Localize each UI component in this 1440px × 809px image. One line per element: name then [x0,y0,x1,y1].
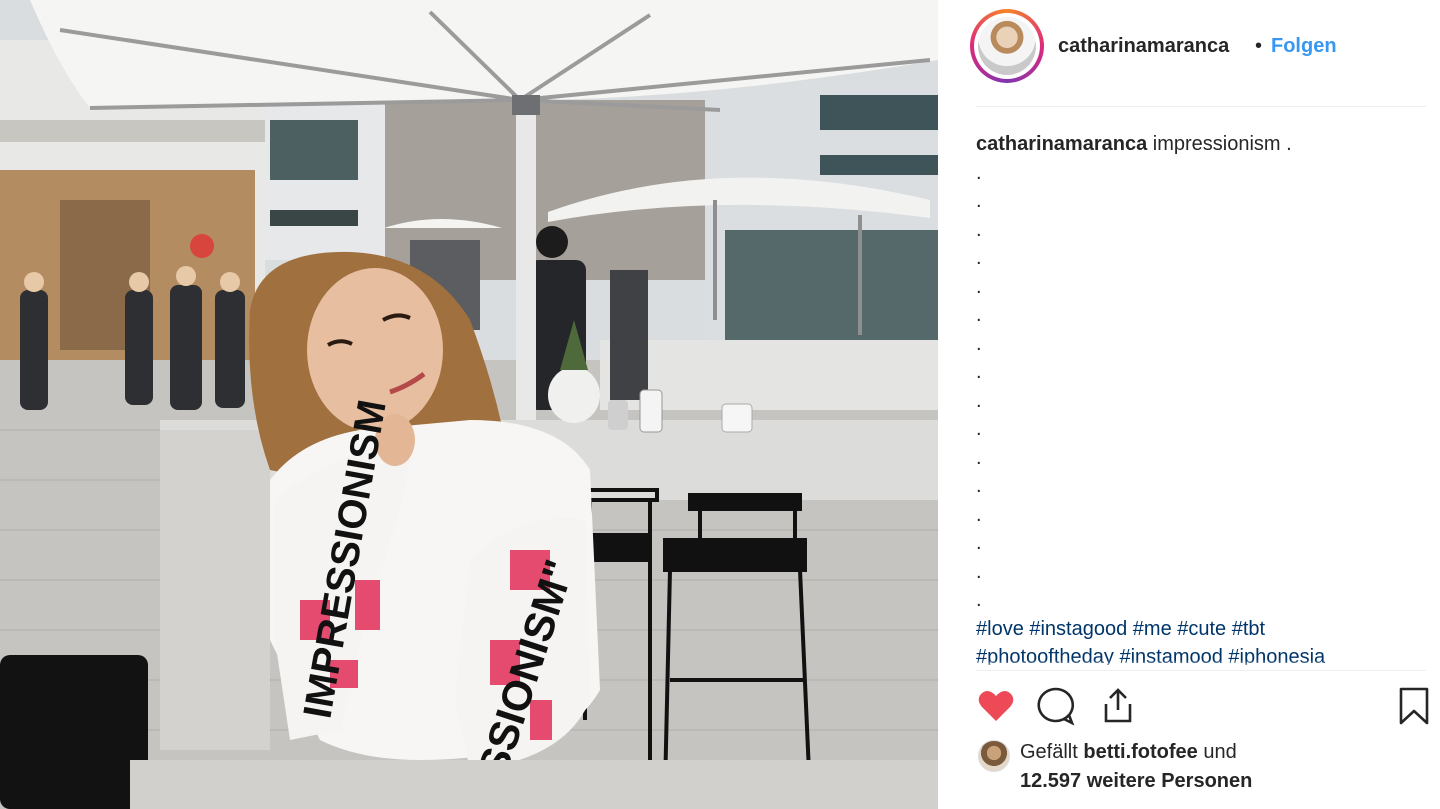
caption-dot: . [976,446,982,469]
caption-dots: ................ [976,159,1426,615]
caption-text: impressionism . [1152,133,1292,155]
like-button[interactable] [976,686,1016,726]
follow-button[interactable]: Folgen [1271,35,1337,58]
separator-dot: • [1255,35,1263,57]
liked-by-prefix: Gefällt [1020,741,1084,763]
caption-dot: . [976,161,982,184]
caption: catharinamaranca impressionism . .......… [976,130,1426,665]
caption-dot: . [976,389,982,412]
caption-dot: . [976,589,982,611]
caption-dot: . [976,275,982,298]
caption-dot: . [976,503,982,526]
caption-fade [976,660,1426,670]
share-button[interactable] [1098,686,1138,726]
photo-illustration: IMPRESSIONISM SSIONISM" [0,0,938,809]
username-link[interactable]: catharinamaranca [1058,35,1229,58]
likes-summary: Gefällt betti.fotofee und 12.597 weitere… [976,738,1426,798]
liked-by-user[interactable]: betti.fotofee [1083,741,1197,763]
header-divider [976,106,1426,107]
comment-button[interactable] [1036,686,1076,726]
post-photo[interactable]: IMPRESSIONISM SSIONISM" [0,0,938,809]
caption-dot: . [976,332,982,355]
post-header: catharinamaranca • Folgen [938,0,1440,106]
caption-dot: . [976,304,982,326]
heart-icon [978,691,1014,721]
liker-avatar[interactable] [978,740,1010,772]
caption-dot: . [976,418,982,440]
bookmark-icon [1399,687,1429,725]
likes-text: Gefällt betti.fotofee und 12.597 weitere… [1020,738,1252,796]
caption-dot: . [976,475,982,497]
caption-username[interactable]: catharinamaranca [976,133,1147,155]
avatar[interactable] [970,9,1044,83]
avatar-image [978,17,1036,75]
share-icon [1104,688,1132,723]
caption-dot: . [976,361,982,383]
caption-line: catharinamaranca impressionism . [976,130,1426,159]
caption-dot: . [976,560,982,583]
post-side-panel: catharinamaranca • Folgen catharinamaran… [938,0,1440,809]
action-bar [976,686,1429,726]
caption-dot: . [976,247,982,269]
likes-count[interactable]: 12.597 weitere Personen [1020,770,1252,792]
hashtags-line[interactable]: #love #instagood #me #cute #tbt [976,615,1426,644]
caption-divider [976,670,1426,671]
caption-dot: . [976,218,982,241]
save-button[interactable] [1394,686,1434,726]
comment-icon [1037,687,1075,726]
caption-dot: . [976,190,982,212]
caption-dot: . [976,532,982,554]
liked-by-suffix: und [1197,741,1237,763]
